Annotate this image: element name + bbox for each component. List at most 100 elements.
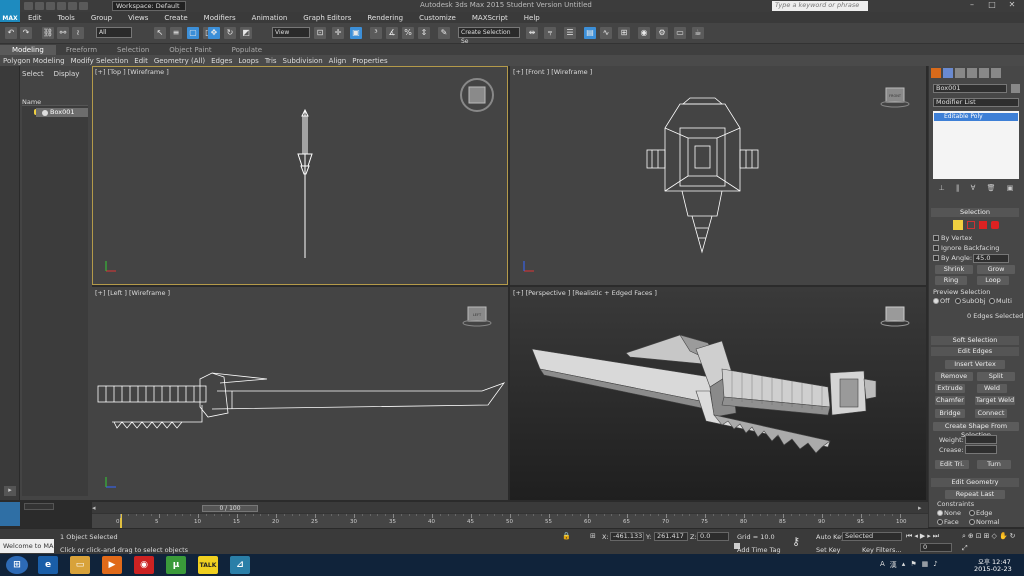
element-mode-icon[interactable] [991, 221, 999, 229]
hierarchy-tab-icon[interactable] [955, 68, 965, 78]
ignore-backfacing-checkbox[interactable]: Ignore Backfacing [933, 244, 999, 252]
remove-button[interactable]: Remove [935, 372, 973, 381]
ribbon-group[interactable]: Geometry (All) [151, 57, 208, 65]
insert-vertex-button[interactable]: Insert Vertex [945, 360, 1005, 369]
ribbon-group[interactable]: Subdivision [280, 57, 326, 65]
close-button[interactable]: ✕ [1002, 0, 1022, 11]
repeat-last-button[interactable]: Repeat Last [945, 490, 1005, 499]
viewcube-front[interactable]: FRONT [880, 87, 910, 108]
viewport-front[interactable]: [+] [Front ] [Wireframe ] FRONT [510, 66, 926, 285]
align-icon[interactable]: ⫧ [544, 27, 556, 39]
constraint-none-radio[interactable]: None [937, 509, 961, 517]
stack-item[interactable]: Editable Poly [934, 113, 1018, 121]
extrude-button[interactable]: Extrude [935, 384, 965, 393]
loop-button[interactable]: Loop [977, 276, 1009, 285]
ring-button[interactable]: Ring [935, 276, 967, 285]
minimize-button[interactable]: – [962, 0, 982, 11]
create-shape-button[interactable]: Create Shape From Selection [933, 422, 1019, 439]
turn-button[interactable]: Turn [977, 460, 1011, 469]
prev-key-icon[interactable]: ◂ [914, 532, 918, 541]
tab-select[interactable]: Select [22, 70, 44, 78]
flag-icon[interactable]: ⚑ [910, 560, 916, 570]
by-angle-checkbox[interactable]: By Angle: [933, 254, 972, 262]
ribbon-group[interactable]: Edges [208, 57, 235, 65]
key-icon[interactable]: ⚷ [792, 535, 806, 549]
rotate-icon[interactable]: ↻ [224, 27, 236, 39]
pin-stack-icon[interactable]: ⊥ [939, 184, 945, 194]
constraint-normal-radio[interactable]: Normal [969, 518, 1000, 526]
menu-item[interactable]: Group [83, 14, 120, 22]
undo-icon[interactable] [57, 2, 66, 10]
utorrent-icon[interactable]: µ [166, 556, 186, 574]
move-icon[interactable]: ✥ [208, 27, 220, 39]
start-button[interactable]: ⊞ [6, 556, 28, 574]
scale-icon[interactable]: ◩ [240, 27, 252, 39]
modify-tab-icon[interactable] [943, 68, 953, 78]
fov-icon[interactable]: ◇ [992, 532, 997, 542]
grow-button[interactable]: Grow [977, 265, 1015, 274]
graphite-ribbon-icon[interactable]: ▤ [584, 27, 596, 39]
viewport-layout-icon[interactable] [0, 502, 20, 526]
current-frame-field[interactable]: 0 [920, 543, 952, 552]
explorer-icon[interactable]: ▭ [70, 556, 90, 574]
border-mode-icon[interactable] [967, 221, 975, 229]
zoom-extents-all-icon[interactable]: ⊞ [984, 532, 990, 542]
mirror-icon[interactable]: ⇹ [526, 27, 538, 39]
modifier-list-dropdown[interactable]: Modifier List [933, 98, 1019, 107]
ribbon-tab[interactable]: Modeling [0, 44, 56, 55]
tray-arrow-icon[interactable]: ▴ [902, 560, 906, 570]
explorer-scroll[interactable] [24, 503, 54, 510]
render-production-icon[interactable]: ☕ [692, 27, 704, 39]
save-icon[interactable] [46, 2, 55, 10]
select-manipulate-icon[interactable]: ✛ [332, 27, 344, 39]
track-bar[interactable]: 0 5 10 15 20 25 30 35 40 45 50 55 60 65 70 75 80 85 90 95 10… [92, 513, 928, 528]
name-column-header[interactable]: Name [22, 98, 88, 106]
ime-icon[interactable]: 漢 [890, 560, 897, 570]
crease-field[interactable] [965, 445, 997, 454]
z-coord-field[interactable]: 0.0 [697, 532, 729, 541]
shrink-button[interactable]: Shrink [935, 265, 973, 274]
zoom-all-icon[interactable]: ⊕ [968, 532, 974, 542]
maxscript-listener[interactable]: Welcome to MA [0, 539, 54, 553]
maximize-button[interactable]: □ [982, 0, 1002, 11]
pan-icon[interactable]: ✋ [999, 532, 1008, 542]
zoom-icon[interactable]: ⌕ [962, 532, 966, 542]
ribbon-tab[interactable]: Populate [222, 46, 272, 54]
object-color-swatch[interactable] [1011, 84, 1020, 93]
menu-item[interactable]: Animation [244, 14, 296, 22]
connect-button[interactable]: Connect [975, 409, 1007, 418]
go-to-start-icon[interactable]: ⏮ [906, 532, 912, 541]
menu-item[interactable]: Graph Editors [295, 14, 359, 22]
unlink-icon[interactable]: ⚯ [57, 27, 69, 39]
modifier-stack[interactable] [933, 111, 1019, 179]
edit-edges-rollout[interactable]: Edit Edges [931, 347, 1019, 356]
edit-named-selections-icon[interactable]: ✎ [438, 27, 450, 39]
orbit-icon[interactable]: ↻ [1010, 532, 1016, 542]
undo-icon[interactable]: ↶ [5, 27, 17, 39]
motion-tab-icon[interactable] [967, 68, 977, 78]
display-tab-icon[interactable] [979, 68, 989, 78]
weld-button[interactable]: Weld [977, 384, 1007, 393]
maximize-viewport-icon[interactable]: ⤢ [962, 544, 968, 554]
edit-geometry-rollout[interactable]: Edit Geometry [931, 478, 1019, 487]
time-slider-track[interactable]: 0 / 100 ◂ ▸ [92, 502, 928, 513]
layer-manager-icon[interactable]: ☰ [564, 27, 576, 39]
create-tab-icon[interactable] [931, 68, 941, 78]
percent-snap-icon[interactable]: % [402, 27, 414, 39]
keyboard-shortcut-icon[interactable]: ▣ [350, 27, 362, 39]
bridge-button[interactable]: Bridge [935, 409, 965, 418]
play-icon[interactable]: ▶ [920, 532, 925, 541]
link-icon[interactable]: ⛓ [42, 27, 54, 39]
time-slider[interactable]: 0 / 100 [202, 505, 258, 512]
lock-icon[interactable]: 🔒 [562, 532, 571, 540]
recorder-icon[interactable]: ◉ [134, 556, 154, 574]
y-coord-field[interactable]: 261.417 [654, 532, 688, 541]
preview-subobj-radio[interactable]: SubObj [955, 297, 985, 305]
curve-editor-icon[interactable]: ∿ [600, 27, 612, 39]
menu-item[interactable]: Create [156, 14, 195, 22]
volume-icon[interactable]: ♪ [933, 560, 937, 570]
redo-icon[interactable] [68, 2, 77, 10]
viewcube-left[interactable]: LEFT [462, 306, 492, 327]
viewcube-top[interactable] [460, 78, 494, 112]
edge-mode-icon[interactable] [953, 220, 963, 230]
